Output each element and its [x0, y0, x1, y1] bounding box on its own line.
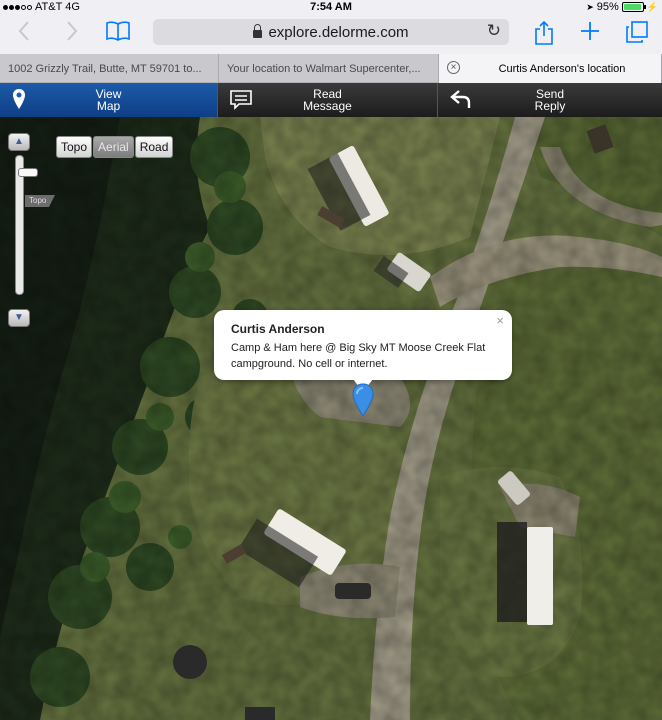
- zoom-slider-thumb[interactable]: [18, 168, 38, 177]
- nav-label-line2: Reply: [534, 99, 566, 113]
- popup-title: Curtis Anderson: [231, 322, 325, 336]
- zoom-out-button[interactable]: ▼: [8, 309, 30, 327]
- bookmarks-icon[interactable]: [105, 20, 131, 48]
- popup-message: Camp & Ham here @ Big Sky MT Moose Creek…: [231, 342, 486, 370]
- battery-icon: [621, 2, 646, 12]
- browser-toolbar: explore.delorme.com ↻: [0, 14, 662, 54]
- status-time: 7:54 AM: [310, 1, 352, 13]
- location-popup: Curtis Anderson Camp & Ham here @ Big Sk…: [214, 310, 512, 392]
- tab-label: Curtis Anderson's location: [498, 62, 626, 75]
- status-bar: AT&T 4G 7:54 AM ➤ 95% ⚡: [0, 0, 662, 14]
- zoom-in-button[interactable]: ▲: [8, 133, 30, 151]
- browser-tabs: 1002 Grizzly Trail, Butte, MT 59701 to..…: [0, 54, 662, 83]
- lock-icon: [253, 23, 263, 38]
- nav-label-line2: Map: [96, 99, 121, 113]
- charging-icon: ⚡: [646, 1, 658, 12]
- new-tab-icon[interactable]: [579, 20, 601, 48]
- back-icon[interactable]: [18, 20, 30, 48]
- tabs-icon[interactable]: [625, 20, 649, 50]
- location-arrow-icon: ➤: [586, 1, 594, 12]
- map-type-topo[interactable]: Topo: [56, 136, 93, 158]
- reload-icon[interactable]: ↻: [487, 21, 501, 41]
- map-type-selector: Topo Aerial Road: [56, 136, 174, 158]
- tab-curtis-location[interactable]: × Curtis Anderson's location: [439, 54, 662, 83]
- share-icon[interactable]: [534, 20, 554, 52]
- view-map-button[interactable]: View Map: [0, 83, 218, 117]
- map-type-aerial[interactable]: Aerial: [93, 136, 134, 158]
- map-type-road[interactable]: Road: [134, 136, 174, 158]
- forward-icon[interactable]: [66, 20, 78, 48]
- zoom-slider-track[interactable]: [15, 155, 38, 295]
- status-right: ➤ 95% ⚡: [586, 1, 658, 13]
- tab-grizzly-trail[interactable]: 1002 Grizzly Trail, Butte, MT 59701 to..…: [0, 54, 219, 83]
- tab-walmart[interactable]: Your location to Walmart Supercenter,...: [219, 54, 439, 83]
- app-nav: View Map Read Message Send Reply: [0, 83, 662, 117]
- zoom-control: ▲ Topo ▼: [8, 133, 55, 329]
- tab-label: Your location to Walmart Supercenter,...: [227, 62, 421, 75]
- aerial-imagery: [0, 117, 662, 720]
- url-text: explore.delorme.com: [268, 23, 409, 41]
- nav-label-line2: Message: [303, 99, 352, 113]
- tab-label: 1002 Grizzly Trail, Butte, MT 59701 to..…: [8, 62, 202, 75]
- send-reply-button[interactable]: Send Reply: [438, 83, 662, 117]
- url-bar[interactable]: explore.delorme.com ↻: [153, 19, 509, 45]
- aerial-map[interactable]: ▲ Topo ▼ Topo Aerial Road Curtis Anderso…: [0, 117, 662, 720]
- battery-percent: 95%: [596, 1, 619, 13]
- tab-close-icon[interactable]: ×: [447, 61, 460, 74]
- read-message-button[interactable]: Read Message: [218, 83, 438, 117]
- popup-close-icon[interactable]: ×: [496, 313, 504, 328]
